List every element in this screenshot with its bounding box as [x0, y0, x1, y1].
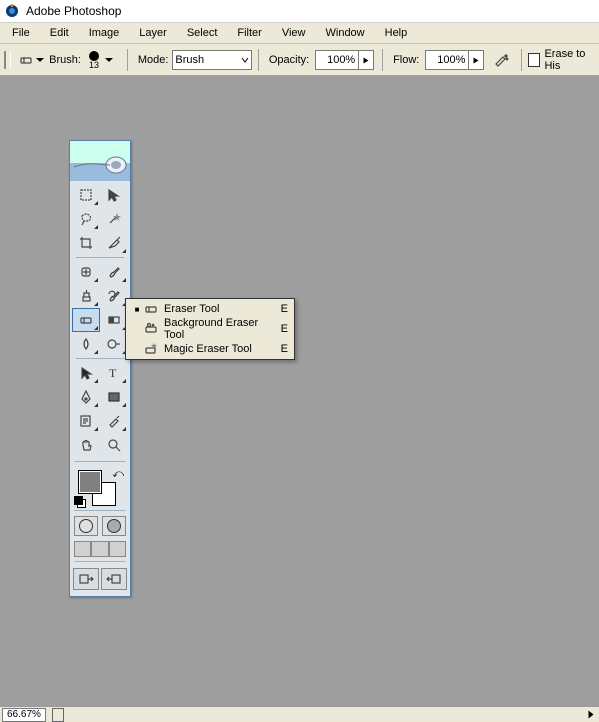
tool-notes[interactable] — [72, 409, 100, 433]
screenmode-standard[interactable] — [74, 541, 91, 557]
flyout-shortcut: E — [276, 303, 288, 315]
flow-label: Flow: — [393, 54, 419, 66]
jump-to-imageready-alt[interactable] — [101, 568, 127, 590]
zoom-field[interactable]: 66.67% — [2, 708, 46, 722]
flyout-item-background-eraser[interactable]: Background Eraser Tool E — [126, 319, 294, 339]
tool-brush[interactable] — [100, 260, 128, 284]
flyout-label: Background Eraser Tool — [160, 317, 276, 341]
tool-type[interactable]: T — [100, 361, 128, 385]
opacity-label: Opacity: — [269, 54, 309, 66]
tool-dodge[interactable] — [100, 332, 128, 356]
tool-pen[interactable] — [72, 385, 100, 409]
tool-healing-brush[interactable] — [72, 260, 100, 284]
tool-hand[interactable] — [72, 433, 100, 457]
brush-dropdown-caret[interactable] — [105, 58, 113, 62]
tool-path-selection[interactable] — [72, 361, 100, 385]
menu-help[interactable]: Help — [375, 25, 418, 41]
mode-value: Brush — [175, 54, 204, 66]
brush-size-value: 13 — [89, 61, 99, 70]
window-title: Adobe Photoshop — [26, 4, 121, 18]
tool-blur[interactable] — [72, 332, 100, 356]
airbrush-toggle[interactable] — [492, 50, 509, 70]
color-swatches[interactable]: ⤺ — [70, 466, 130, 506]
tool-eraser[interactable] — [72, 308, 100, 332]
flyout-label: Magic Eraser Tool — [160, 343, 276, 355]
background-eraser-icon — [142, 321, 160, 337]
foreground-color-swatch[interactable] — [78, 470, 102, 494]
tool-zoom[interactable] — [100, 433, 128, 457]
tool-history-brush[interactable] — [100, 284, 128, 308]
brush-label: Brush: — [49, 54, 81, 66]
flyout-item-magic-eraser[interactable]: Magic Eraser Tool E — [126, 339, 294, 359]
eraser-tool-flyout: ■ Eraser Tool E Background Eraser Tool E… — [125, 298, 295, 360]
tool-move[interactable] — [100, 183, 128, 207]
separator — [258, 49, 259, 71]
swap-colors-icon[interactable]: ⤺ — [112, 468, 124, 481]
default-colors-icon[interactable] — [74, 496, 84, 506]
menubar: File Edit Image Layer Select Filter View… — [0, 23, 599, 44]
magic-eraser-icon — [142, 341, 160, 357]
edit-standard-mode[interactable] — [74, 516, 98, 536]
flyout-shortcut: E — [276, 323, 288, 335]
tool-gradient[interactable] — [100, 308, 128, 332]
status-flyout-arrow[interactable] — [589, 711, 594, 719]
tool-crop[interactable] — [72, 231, 100, 255]
screenmode-full[interactable] — [109, 541, 126, 557]
opacity-value: 100% — [316, 54, 358, 66]
flyout-label: Eraser Tool — [160, 303, 276, 315]
tool-clone-stamp[interactable] — [72, 284, 100, 308]
tool-shape[interactable] — [100, 385, 128, 409]
status-bar: 66.67% — [0, 706, 599, 722]
optionsbar-grip[interactable] — [4, 51, 11, 69]
tool-grid: T — [70, 181, 130, 459]
menu-window[interactable]: Window — [316, 25, 375, 41]
menu-file[interactable]: File — [2, 25, 40, 41]
toolbox-header-image — [70, 141, 130, 181]
flyout-shortcut: E — [276, 343, 288, 355]
flyout-item-eraser[interactable]: ■ Eraser Tool E — [126, 299, 294, 319]
menu-edit[interactable]: Edit — [40, 25, 79, 41]
edit-quickmask-mode[interactable] — [102, 516, 126, 536]
menu-filter[interactable]: Filter — [227, 25, 271, 41]
tool-marquee[interactable] — [72, 183, 100, 207]
erase-to-history-checkbox[interactable]: Erase to His — [528, 48, 595, 72]
screenmode-full-menubar[interactable] — [91, 541, 108, 557]
tool-magic-wand[interactable] — [100, 207, 128, 231]
flow-flyout-arrow[interactable] — [468, 51, 483, 69]
titlebar: Adobe Photoshop — [0, 0, 599, 23]
separator — [382, 49, 383, 71]
flow-value: 100% — [426, 54, 468, 66]
menu-select[interactable]: Select — [177, 25, 228, 41]
opacity-field[interactable]: 100% — [315, 50, 374, 70]
current-tool-icon[interactable] — [17, 48, 45, 72]
brush-preset-picker[interactable]: 13 — [85, 51, 103, 70]
menu-image[interactable]: Image — [79, 25, 130, 41]
mode-label: Mode: — [138, 54, 169, 66]
opacity-flyout-arrow[interactable] — [358, 51, 373, 69]
svg-text:T: T — [109, 366, 117, 380]
separator — [521, 49, 522, 71]
jump-to-imageready[interactable] — [73, 568, 99, 590]
erase-to-history-label: Erase to His — [544, 48, 595, 72]
tool-slice[interactable] — [100, 231, 128, 255]
document-info-icon[interactable] — [52, 708, 64, 722]
chevron-down-icon — [241, 56, 249, 64]
app-logo-icon — [4, 3, 20, 19]
flow-field[interactable]: 100% — [425, 50, 484, 70]
toolbox-palette[interactable]: T ⤺ — [69, 140, 131, 597]
menu-view[interactable]: View — [272, 25, 316, 41]
menu-layer[interactable]: Layer — [129, 25, 177, 41]
eraser-icon — [142, 301, 160, 317]
mode-select[interactable]: Brush — [172, 50, 252, 70]
tool-lasso[interactable] — [72, 207, 100, 231]
selected-mark-icon: ■ — [132, 305, 142, 314]
tool-eyedropper[interactable] — [100, 409, 128, 433]
options-bar: Brush: 13 Mode: Brush Opacity: 100% Flow… — [0, 44, 599, 77]
separator — [127, 49, 128, 71]
